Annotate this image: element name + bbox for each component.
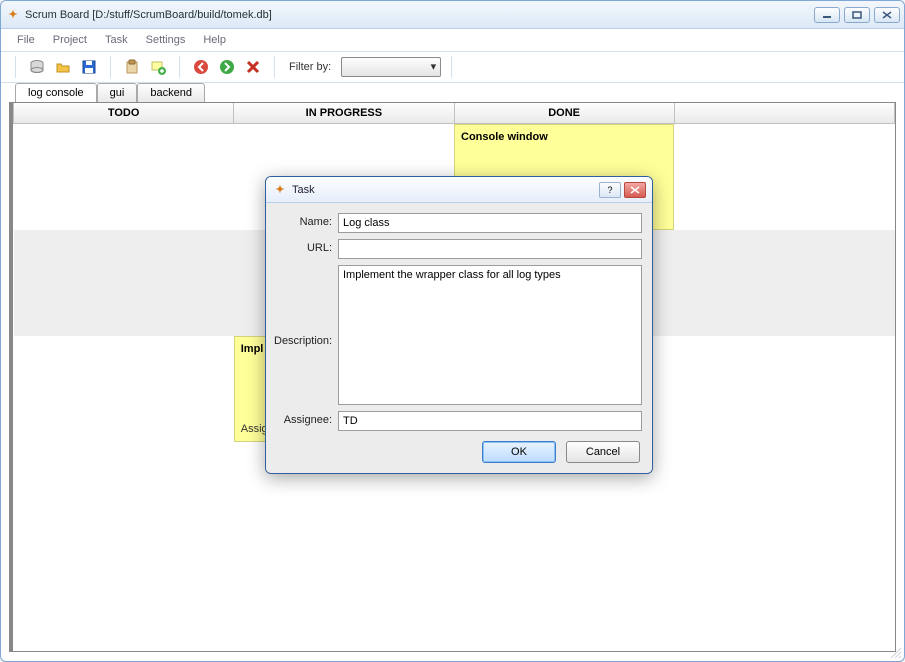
assignee-field[interactable] [338, 411, 642, 431]
ok-button[interactable]: OK [482, 441, 556, 463]
menu-file[interactable]: File [9, 32, 43, 48]
label-assignee: Assignee: [274, 411, 338, 426]
menu-task[interactable]: Task [97, 32, 136, 48]
cancel-button[interactable]: Cancel [566, 441, 640, 463]
menu-help[interactable]: Help [195, 32, 234, 48]
tab-log-console[interactable]: log console [15, 83, 97, 102]
maximize-icon [852, 11, 862, 19]
save-button[interactable] [78, 56, 100, 78]
delete-button[interactable] [242, 56, 264, 78]
tab-backend[interactable]: backend [137, 83, 205, 102]
column-header-done[interactable]: DONE [454, 103, 674, 124]
toolbar-separator [274, 56, 275, 78]
delete-x-icon [245, 59, 261, 75]
dialog-title: Task [292, 184, 315, 196]
menu-settings[interactable]: Settings [138, 32, 194, 48]
dialog-help-button[interactable]: ? [599, 182, 621, 198]
label-name: Name: [274, 213, 338, 228]
column-header-in-progress[interactable]: IN PROGRESS [234, 103, 454, 124]
floppy-icon [81, 59, 97, 75]
minimize-button[interactable] [814, 7, 840, 23]
back-button[interactable] [190, 56, 212, 78]
close-icon [630, 186, 640, 194]
minimize-icon [822, 11, 832, 19]
url-field[interactable] [338, 239, 642, 259]
dialog-app-icon: ✦ [272, 182, 288, 198]
help-icon: ? [607, 185, 612, 195]
close-button[interactable] [874, 7, 900, 23]
toolbar: Filter by: [1, 51, 904, 83]
dialog-close-button[interactable] [624, 182, 646, 198]
folder-open-icon [55, 59, 71, 75]
toolbar-separator [110, 56, 111, 78]
forward-button[interactable] [216, 56, 238, 78]
close-icon [882, 11, 892, 19]
name-field[interactable] [338, 213, 642, 233]
titlebar[interactable]: ✦ Scrum Board [D:/stuff/ScrumBoard/build… [1, 1, 904, 29]
arrow-right-icon [219, 59, 235, 75]
arrow-left-icon [193, 59, 209, 75]
resize-grip-icon [888, 645, 902, 659]
database-button[interactable] [26, 56, 48, 78]
maximize-button[interactable] [844, 7, 870, 23]
menubar: File Project Task Settings Help [1, 29, 904, 51]
toolbar-separator [179, 56, 180, 78]
clipboard-icon [124, 59, 140, 75]
tab-gui[interactable]: gui [97, 83, 138, 102]
menu-project[interactable]: Project [45, 32, 95, 48]
description-field[interactable] [338, 265, 642, 405]
task-dialog: ✦ Task ? Name: URL: Description: [265, 176, 653, 474]
paste-button[interactable] [121, 56, 143, 78]
label-url: URL: [274, 239, 338, 254]
label-description: Description: [274, 265, 338, 347]
main-window: ✦ Scrum Board [D:/stuff/ScrumBoard/build… [0, 0, 905, 662]
app-icon: ✦ [5, 7, 21, 23]
resize-grip[interactable] [888, 645, 902, 659]
dialog-titlebar[interactable]: ✦ Task ? [266, 177, 652, 203]
new-card-button[interactable] [147, 56, 169, 78]
column-header-todo[interactable]: TODO [14, 103, 234, 124]
card-title: Console window [461, 131, 667, 143]
open-button[interactable] [52, 56, 74, 78]
toolbar-separator [15, 56, 16, 78]
dialog-body: Name: URL: Description: Assignee: OK Can… [266, 203, 652, 473]
window-title: Scrum Board [D:/stuff/ScrumBoard/build/t… [25, 9, 272, 21]
column-header-empty [674, 103, 894, 124]
database-icon [29, 59, 45, 75]
toolbar-separator [451, 56, 452, 78]
filter-by-select[interactable] [341, 57, 441, 77]
filter-by-label: Filter by: [289, 61, 331, 73]
card-add-icon [150, 59, 166, 75]
tabs-row: log console gui backend [15, 83, 896, 102]
